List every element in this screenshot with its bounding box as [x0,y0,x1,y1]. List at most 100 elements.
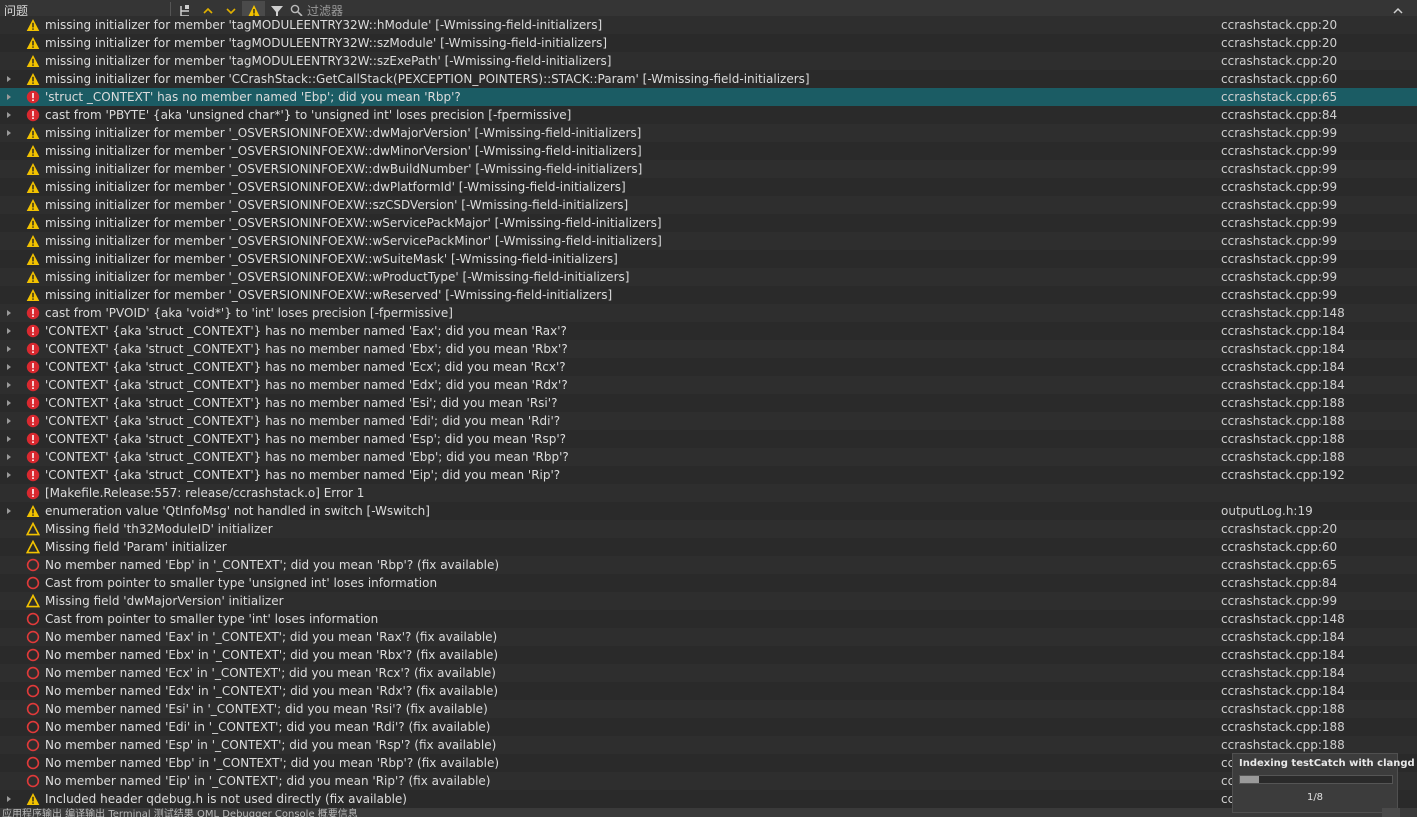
issue-location[interactable]: ccrashstack.cpp:184 [1221,360,1345,374]
issues-list[interactable]: missing initializer for member 'tagMODUL… [0,16,1417,808]
expand-arrow-icon[interactable] [0,394,18,412]
issue-row[interactable]: 'CONTEXT' {aka 'struct _CONTEXT'} has no… [0,394,1417,412]
issue-location[interactable]: ccrashstack.cpp:184 [1221,666,1345,680]
issue-location[interactable]: ccrashstack.cpp:60 [1221,540,1337,554]
issue-location[interactable]: ccrashstack.cpp:99 [1221,270,1337,284]
issue-row[interactable]: missing initializer for member '_OSVERSI… [0,124,1417,142]
issue-location[interactable]: ccrashstack.cpp:184 [1221,648,1345,662]
issue-row[interactable]: missing initializer for member '_OSVERSI… [0,250,1417,268]
issue-row[interactable]: missing initializer for member '_OSVERSI… [0,268,1417,286]
indexing-progress-popup[interactable]: Indexing testCatch with clangd 1/8 [1232,753,1415,813]
issue-location[interactable]: ccrashstack.cpp:188 [1221,414,1345,428]
issue-row[interactable]: missing initializer for member 'CCrashSt… [0,70,1417,88]
issue-row[interactable]: cast from 'PVOID' {aka 'void*'} to 'int'… [0,304,1417,322]
issue-row[interactable]: 'CONTEXT' {aka 'struct _CONTEXT'} has no… [0,466,1417,484]
issue-location[interactable]: ccrashstack.cpp:188 [1221,450,1345,464]
issue-location[interactable]: ccrashstack.cpp:184 [1221,630,1345,644]
issue-row[interactable]: cast from 'PBYTE' {aka 'unsigned char*'}… [0,106,1417,124]
issue-row[interactable]: missing initializer for member '_OSVERSI… [0,178,1417,196]
issue-row[interactable]: missing initializer for member '_OSVERSI… [0,286,1417,304]
issue-location[interactable]: ccrashstack.cpp:84 [1221,108,1337,122]
issue-location[interactable]: ccrashstack.cpp:188 [1221,738,1345,752]
issue-location[interactable]: ccrashstack.cpp:148 [1221,306,1345,320]
issue-location[interactable]: ccrashstack.cpp:99 [1221,126,1337,140]
issue-row[interactable]: 'CONTEXT' {aka 'struct _CONTEXT'} has no… [0,358,1417,376]
issue-row[interactable]: 'CONTEXT' {aka 'struct _CONTEXT'} has no… [0,448,1417,466]
expand-arrow-icon[interactable] [0,304,18,322]
issue-location[interactable]: ccrashstack.cpp:99 [1221,198,1337,212]
issue-location[interactable]: ccrashstack.cpp:184 [1221,684,1345,698]
expand-arrow-icon[interactable] [0,376,18,394]
issue-location[interactable]: outputLog.h:19 [1221,504,1313,518]
issue-row[interactable]: No member named 'Eax' in '_CONTEXT'; did… [0,628,1417,646]
issue-location[interactable]: ccrashstack.cpp:65 [1221,90,1337,104]
issue-location[interactable]: ccrashstack.cpp:184 [1221,324,1345,338]
issue-row[interactable]: 'CONTEXT' {aka 'struct _CONTEXT'} has no… [0,322,1417,340]
popup-handle[interactable] [1382,808,1400,817]
issue-location[interactable]: ccrashstack.cpp:20 [1221,54,1337,68]
issue-location[interactable]: ccrashstack.cpp:99 [1221,594,1337,608]
issue-location[interactable]: ccrashstack.cpp:84 [1221,576,1337,590]
issue-row[interactable]: missing initializer for member 'tagMODUL… [0,52,1417,70]
expand-arrow-icon[interactable] [0,448,18,466]
issue-row[interactable]: 'CONTEXT' {aka 'struct _CONTEXT'} has no… [0,376,1417,394]
issue-row[interactable]: Missing field 'Param' initializer ccrashs… [0,538,1417,556]
issue-row[interactable]: No member named 'Ecx' in '_CONTEXT'; did… [0,664,1417,682]
issue-row[interactable]: missing initializer for member '_OSVERSI… [0,214,1417,232]
issue-row[interactable]: No member named 'Edi' in '_CONTEXT'; did… [0,718,1417,736]
expand-arrow-icon[interactable] [0,70,18,88]
issue-location[interactable]: ccrashstack.cpp:192 [1221,468,1345,482]
issue-location[interactable]: ccrashstack.cpp:148 [1221,612,1345,626]
issue-location[interactable]: ccrashstack.cpp:99 [1221,252,1337,266]
issue-location[interactable]: ccrashstack.cpp:20 [1221,18,1337,32]
issue-location[interactable]: ccrashstack.cpp:184 [1221,378,1345,392]
issue-location[interactable]: ccrashstack.cpp:99 [1221,288,1337,302]
issue-row[interactable]: No member named 'Eip' in '_CONTEXT'; did… [0,772,1417,790]
issue-location[interactable]: ccrashstack.cpp:188 [1221,432,1345,446]
issue-location[interactable]: ccrashstack.cpp:65 [1221,558,1337,572]
issue-row[interactable]: missing initializer for member '_OSVERSI… [0,160,1417,178]
issue-location[interactable]: ccrashstack.cpp:99 [1221,162,1337,176]
issue-location[interactable]: ccrashstack.cpp:188 [1221,720,1345,734]
expand-arrow-icon[interactable] [0,340,18,358]
issue-row[interactable]: No member named 'Esi' in '_CONTEXT'; did… [0,700,1417,718]
issue-location[interactable]: ccrashstack.cpp:99 [1221,144,1337,158]
expand-arrow-icon[interactable] [0,88,18,106]
expand-arrow-icon[interactable] [0,502,18,520]
expand-arrow-icon[interactable] [0,466,18,484]
expand-arrow-icon[interactable] [0,106,18,124]
issue-row[interactable]: [Makefile.Release:557: release/ccrashsta… [0,484,1417,502]
issue-location[interactable]: ccrashstack.cpp:188 [1221,702,1345,716]
issue-row[interactable]: 'CONTEXT' {aka 'struct _CONTEXT'} has no… [0,340,1417,358]
expand-arrow-icon[interactable] [0,358,18,376]
issue-row[interactable]: enumeration value 'QtInfoMsg' not handle… [0,502,1417,520]
issue-row[interactable]: Missing field 'th32ModuleID' initializer… [0,520,1417,538]
issue-row[interactable]: No member named 'Edx' in '_CONTEXT'; did… [0,682,1417,700]
issue-location[interactable]: ccrashstack.cpp:99 [1221,216,1337,230]
issue-location[interactable]: ccrashstack.cpp:188 [1221,396,1345,410]
issue-row[interactable]: Included header qdebug.h is not used dir… [0,790,1417,808]
issue-row[interactable]: Missing field 'dwMajorVersion' initializ… [0,592,1417,610]
issue-row[interactable]: 'CONTEXT' {aka 'struct _CONTEXT'} has no… [0,412,1417,430]
issue-row[interactable]: missing initializer for member '_OSVERSI… [0,196,1417,214]
issue-location[interactable]: ccrashstack.cpp:99 [1221,180,1337,194]
issue-row[interactable]: missing initializer for member 'tagMODUL… [0,34,1417,52]
issue-location[interactable]: ccrashstack.cpp:20 [1221,522,1337,536]
issue-row[interactable]: 'CONTEXT' {aka 'struct _CONTEXT'} has no… [0,430,1417,448]
expand-arrow-icon[interactable] [0,430,18,448]
issue-row[interactable]: Cast from pointer to smaller type 'unsig… [0,574,1417,592]
expand-arrow-icon[interactable] [0,322,18,340]
issue-row[interactable]: missing initializer for member '_OSVERSI… [0,142,1417,160]
issue-row[interactable]: 'struct _CONTEXT' has no member named 'E… [0,88,1417,106]
issue-location[interactable]: ccrashstack.cpp:184 [1221,342,1345,356]
issue-location[interactable]: ccrashstack.cpp:99 [1221,234,1337,248]
issue-row[interactable]: No member named 'Ebp' in '_CONTEXT'; did… [0,556,1417,574]
expand-arrow-icon[interactable] [0,412,18,430]
issue-row[interactable]: No member named 'Ebp' in '_CONTEXT'; did… [0,754,1417,772]
issue-row[interactable]: No member named 'Esp' in '_CONTEXT'; did… [0,736,1417,754]
issue-row[interactable]: Cast from pointer to smaller type 'int' … [0,610,1417,628]
issue-row[interactable]: missing initializer for member '_OSVERSI… [0,232,1417,250]
expand-arrow-icon[interactable] [0,124,18,142]
issue-row[interactable]: missing initializer for member 'tagMODUL… [0,16,1417,34]
issue-location[interactable]: ccrashstack.cpp:60 [1221,72,1337,86]
